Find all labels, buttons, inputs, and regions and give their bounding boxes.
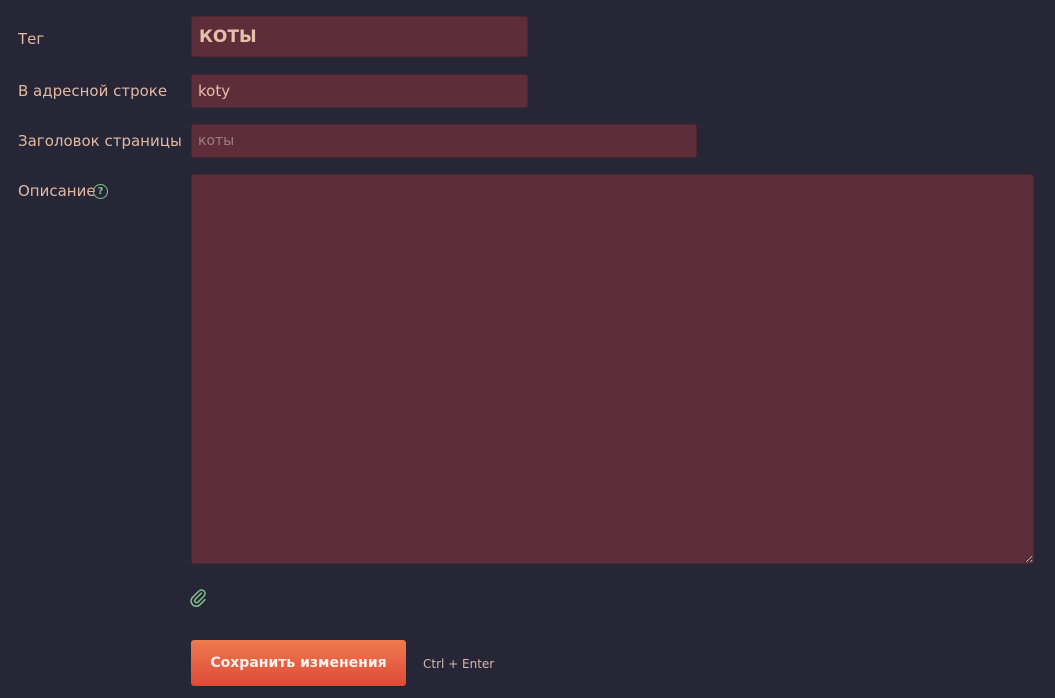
- description-label: Описание: [18, 182, 96, 200]
- paperclip-icon[interactable]: [189, 587, 207, 607]
- page-title-label: Заголовок страницы: [18, 132, 182, 150]
- description-textarea[interactable]: [191, 174, 1034, 564]
- slug-input[interactable]: [191, 74, 528, 108]
- shortcut-hint: Ctrl + Enter: [423, 657, 495, 671]
- tag-label: Тег: [18, 30, 45, 48]
- tag-input[interactable]: [191, 16, 528, 57]
- help-icon[interactable]: ?: [93, 184, 108, 199]
- slug-label: В адресной строке: [18, 82, 168, 100]
- save-button[interactable]: Сохранить изменения: [191, 640, 406, 686]
- page-title-input[interactable]: [191, 124, 697, 158]
